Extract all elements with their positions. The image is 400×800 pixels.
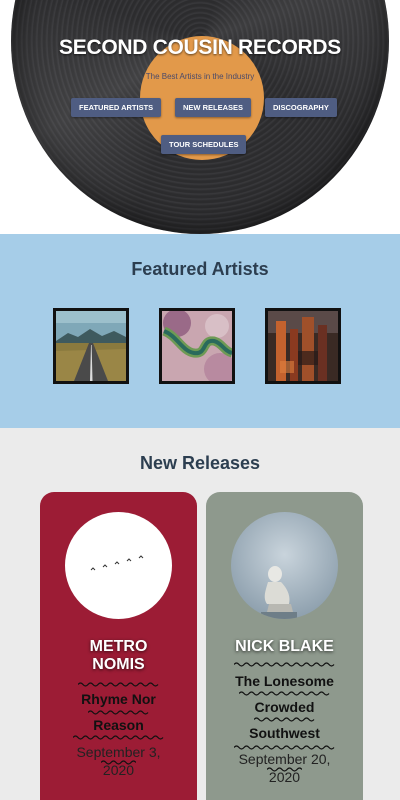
abstract-painting-image (268, 311, 338, 381)
album-title-line: Southwest (249, 725, 320, 741)
squiggle-divider (88, 710, 149, 715)
birds-on-white-image (65, 512, 172, 619)
nav-new-releases-button[interactable]: NEW RELEASES (175, 98, 252, 117)
album-title-line: Rhyme Nor (81, 691, 156, 707)
nav-discography-button[interactable]: DISCOGRAPHY (265, 98, 337, 117)
release-card-metro-nomis[interactable]: METRO NOMIS Rhyme Nor Reason September 3… (40, 492, 197, 800)
squiggle-divider (234, 662, 335, 667)
site-title: SECOND COUSIN RECORDS (59, 36, 341, 59)
new-releases-section: New Releases METRO NOMIS Rhyme Nor Reaso… (0, 428, 400, 800)
artist-name-line: NICK BLAKE (235, 638, 334, 655)
featured-artist-thumb-road[interactable] (53, 308, 129, 384)
nav-tour-schedules-button[interactable]: TOUR SCHEDULES (161, 135, 247, 154)
release-album-title[interactable]: The Lonesome Crowded Southwest (212, 668, 357, 746)
featured-artist-thumb-abstract[interactable] (265, 308, 341, 384)
release-cover-birds (65, 512, 172, 619)
release-cover-statue (231, 512, 338, 619)
squiggle-divider (101, 760, 136, 765)
squiggle-divider (254, 717, 315, 722)
featured-artists-heading: Featured Artists (131, 259, 269, 279)
release-artist-name: NICK BLAKE (206, 638, 363, 656)
squiggle-divider (239, 691, 330, 696)
release-artist-name: METRO NOMIS (40, 638, 197, 674)
release-date-line: September 3, (76, 744, 161, 760)
artist-name-line: METRO (89, 638, 148, 655)
statue-bust-image (231, 512, 338, 619)
release-date-line: September 20, (238, 751, 331, 767)
nav-featured-artists-button[interactable]: FEATURED ARTISTS (71, 98, 162, 117)
featured-artists-section: Featured Artists (0, 234, 400, 428)
featured-artist-thumb-river[interactable] (159, 308, 235, 384)
squiggle-divider (267, 767, 302, 772)
hero-header: SECOND COUSIN RECORDS The Best Artists i… (0, 0, 400, 234)
river-aerial-image (162, 311, 232, 381)
artist-name-line: NOMIS (92, 656, 145, 673)
road-landscape-image (56, 311, 126, 381)
squiggle-divider (73, 735, 164, 740)
new-releases-heading: New Releases (139, 453, 261, 473)
release-card-nick-blake[interactable]: NICK BLAKE The Lonesome Crowded Southwes… (206, 492, 363, 800)
tagline: The Best Artists in the Industry (145, 72, 255, 81)
